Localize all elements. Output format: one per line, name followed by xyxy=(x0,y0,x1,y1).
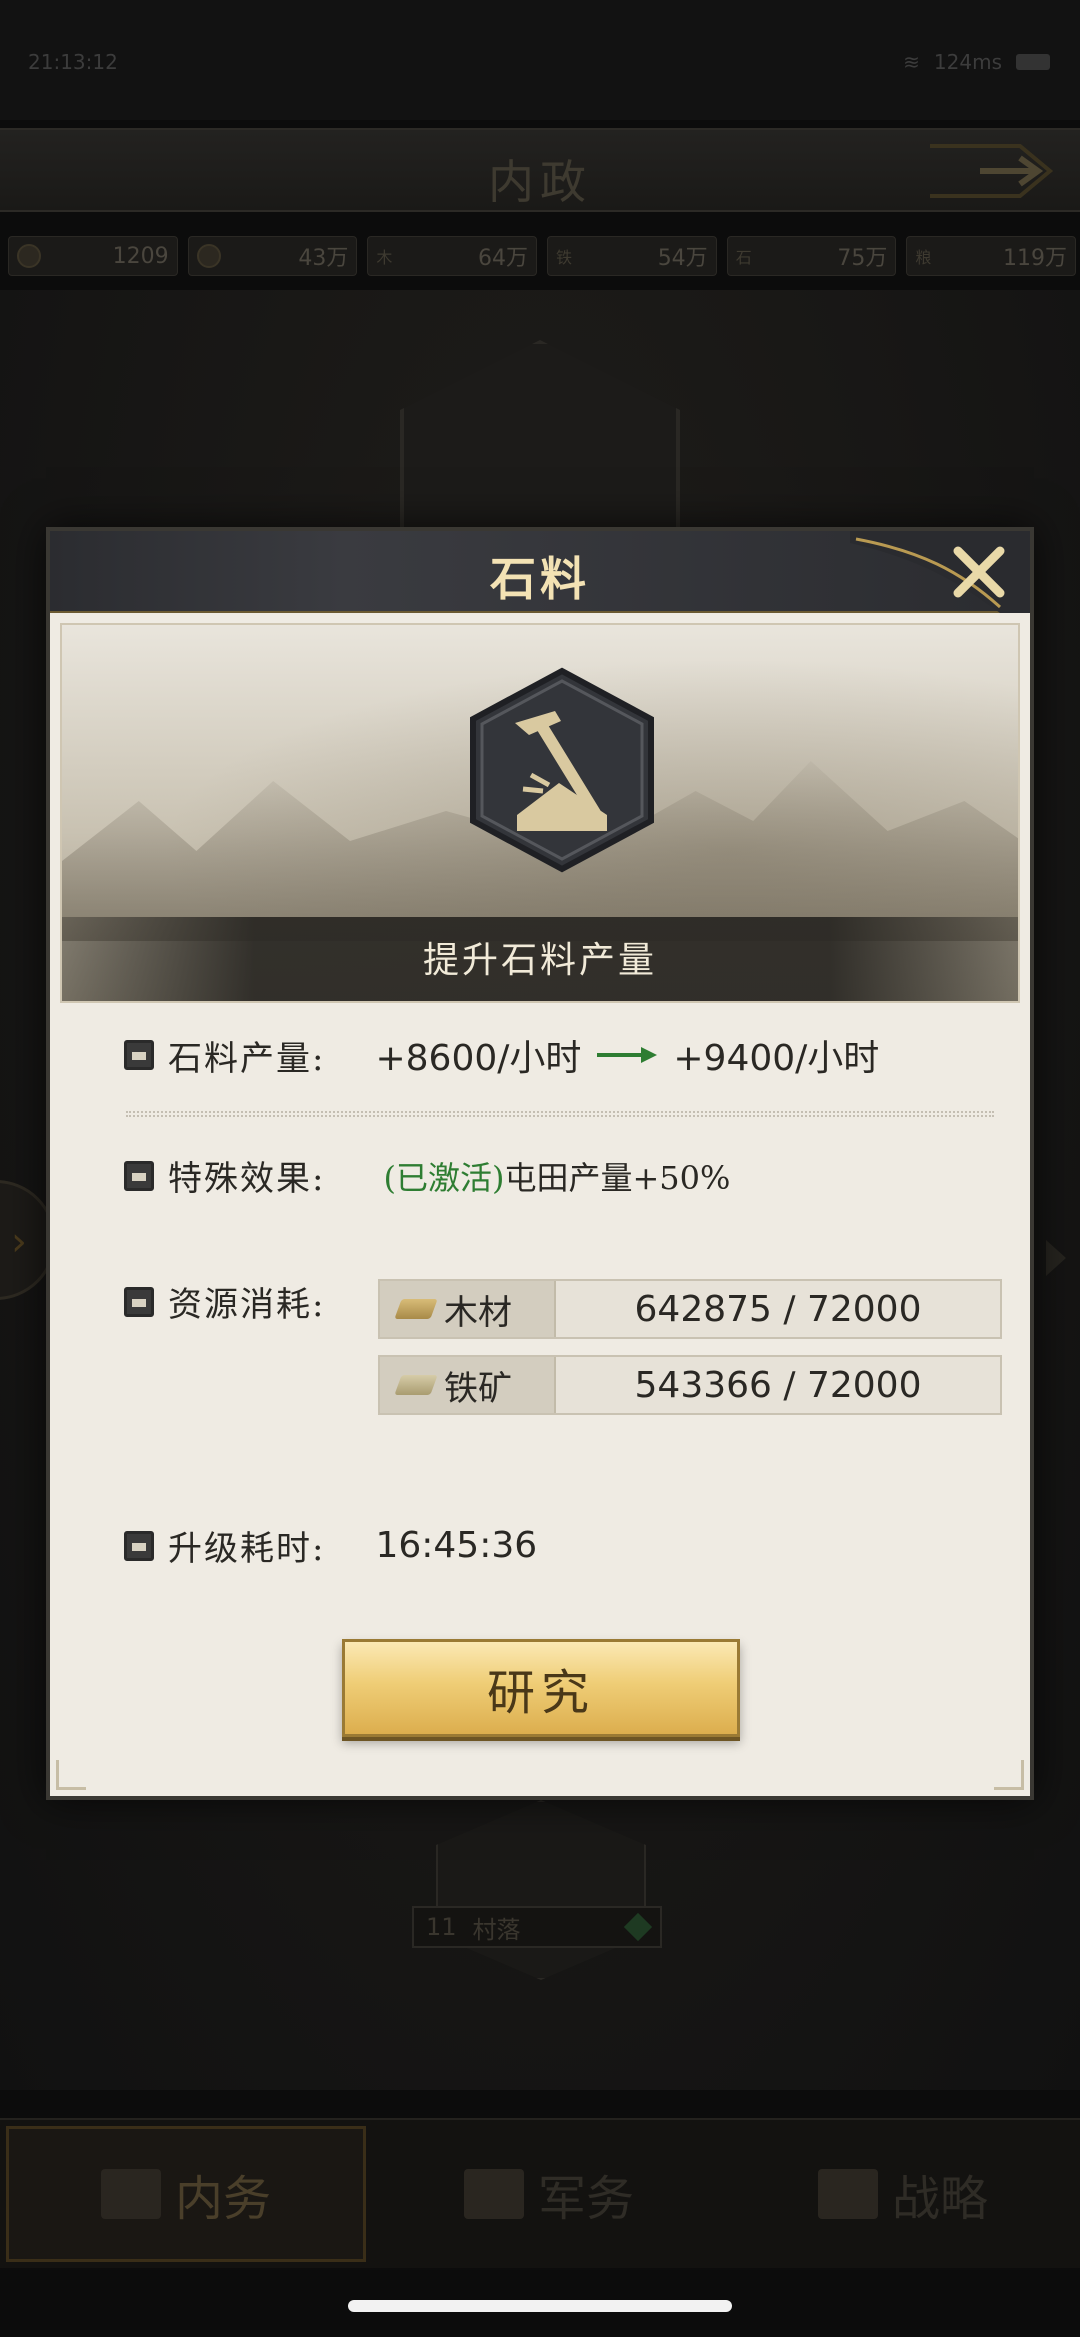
tab-military[interactable]: 军务 xyxy=(372,2120,726,2268)
wifi-icon: ≋ xyxy=(903,50,920,74)
corner-ornament xyxy=(56,1760,86,1790)
special-effect-text: 屯田产量+50% xyxy=(504,1158,731,1197)
resource-tag: 粮 xyxy=(915,248,932,267)
upgrade-time-label: 升级耗时: xyxy=(168,1529,326,1569)
resource-stone[interactable]: 石 75万 xyxy=(726,236,897,276)
resource-bar: 1209 43万 木 64万 铁 54万 石 75万 粮 119万 xyxy=(8,236,1077,280)
divider xyxy=(126,1111,994,1117)
scroll-icon xyxy=(817,2169,878,2219)
special-effect-row: 特殊效果: (已激活) 屯田产量+50% xyxy=(124,1151,730,1200)
battery-icon xyxy=(1016,54,1050,70)
resource-value: 1209 xyxy=(112,243,169,269)
cost-item-amount: 543366 / 72000 xyxy=(634,1364,922,1406)
stone-pickaxe-icon xyxy=(470,667,654,873)
village-level: 11 xyxy=(426,1913,457,1941)
tab-strategy[interactable]: 战略 xyxy=(726,2120,1080,2268)
tab-label: 军务 xyxy=(537,2171,634,2227)
production-row: 石料产量: +8600/小时 +9400/小时 xyxy=(124,1029,879,1081)
copper-coin-icon xyxy=(17,244,41,268)
ping-text: 124ms xyxy=(933,50,1002,74)
cost-item-iron: 铁矿 543366 / 72000 xyxy=(378,1355,1002,1415)
status-right: ≋ 124ms xyxy=(903,50,1050,74)
cost-item-wood: 木材 642875 / 72000 xyxy=(378,1279,1002,1339)
arrow-right-icon xyxy=(597,1045,658,1065)
upgrade-arrow-icon xyxy=(623,1912,653,1942)
tech-detail-modal: 石料 提升石料产量 石料产量: +8600/小时 +9400/小时 特殊效果: … xyxy=(46,527,1034,1800)
modal-header: 石料 xyxy=(50,531,1030,613)
resource-grain[interactable]: 粮 119万 xyxy=(906,236,1077,276)
resource-value: 43万 xyxy=(298,246,349,271)
page-title: 内政 xyxy=(488,155,592,209)
tech-banner: 提升石料产量 xyxy=(60,623,1020,1003)
cost-icon xyxy=(124,1286,154,1317)
home-indicator[interactable] xyxy=(348,2300,732,2312)
resource-value: 64万 xyxy=(478,246,529,271)
tab-internal-affairs[interactable]: 内务 xyxy=(6,2126,366,2262)
status-bar: 21:13:12 ≋ 124ms xyxy=(0,0,1080,120)
wood-icon xyxy=(394,1299,438,1319)
cost-item-name: 铁矿 xyxy=(444,1368,512,1409)
chevron-right-icon: › xyxy=(11,1219,27,1265)
soldier-icon xyxy=(463,2169,524,2219)
resource-copper[interactable]: 1209 xyxy=(8,236,178,276)
resource-tag: 铁 xyxy=(556,248,573,267)
village-label: 11 村落 xyxy=(412,1906,662,1948)
production-icon xyxy=(124,1040,154,1070)
bottom-nav: 内务 军务 战略 xyxy=(0,2118,1080,2268)
corner-ornament xyxy=(994,1760,1024,1790)
production-from: +8600/小时 xyxy=(375,1038,582,1079)
activated-status: (已激活) xyxy=(383,1158,505,1197)
resource-tag: 木 xyxy=(376,248,393,267)
resource-value: 54万 xyxy=(657,246,708,271)
resource-value: 75万 xyxy=(837,246,888,271)
upgrade-time-row: 升级耗时: 16:45:36 xyxy=(124,1521,537,1570)
gold-coin-icon xyxy=(196,244,221,268)
cost-label: 资源消耗: xyxy=(168,1285,326,1325)
page-titlebar: 内政 xyxy=(0,128,1080,212)
production-label: 石料产量: xyxy=(168,1038,326,1079)
resource-value: 119万 xyxy=(1003,246,1068,271)
village-name: 村落 xyxy=(472,1915,521,1944)
tab-label: 内务 xyxy=(174,2171,271,2227)
hourglass-icon xyxy=(124,1530,154,1561)
research-button[interactable]: 研究 xyxy=(342,1639,740,1737)
upgrade-time-value: 16:45:36 xyxy=(375,1525,538,1566)
status-time: 21:13:12 xyxy=(28,50,118,74)
special-effect-icon xyxy=(124,1160,154,1191)
tab-label: 战略 xyxy=(891,2171,988,2227)
cost-row: 资源消耗: xyxy=(124,1277,325,1326)
banner-caption: 提升石料产量 xyxy=(422,940,657,981)
cost-item-name: 木材 xyxy=(444,1292,512,1333)
scroll-right-icon xyxy=(1046,1240,1066,1276)
resource-iron[interactable]: 铁 54万 xyxy=(547,236,717,276)
palace-icon xyxy=(100,2169,161,2219)
special-effect-label: 特殊效果: xyxy=(168,1159,326,1199)
resource-tag: 石 xyxy=(735,248,752,267)
resource-wood[interactable]: 木 64万 xyxy=(367,236,538,276)
iron-ore-icon xyxy=(394,1375,438,1395)
next-arrow-icon[interactable] xyxy=(920,136,1060,206)
production-to: +9400/小时 xyxy=(673,1038,880,1079)
close-button[interactable] xyxy=(850,531,1030,613)
resource-gold[interactable]: 43万 xyxy=(187,236,358,276)
cost-item-amount: 642875 / 72000 xyxy=(634,1288,922,1330)
